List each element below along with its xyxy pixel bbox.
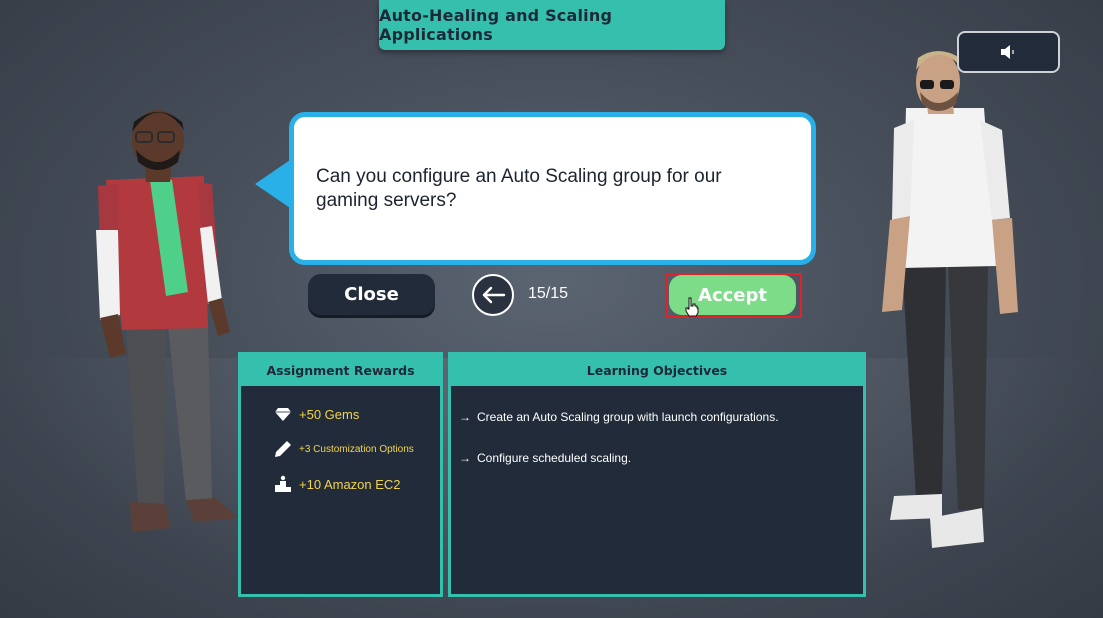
speech-bubble-tail	[255, 158, 293, 210]
assignment-title: Auto-Healing and Scaling Applications	[379, 6, 613, 44]
hand-cursor-icon	[685, 297, 699, 317]
objective-item: → Configure scheduled scaling.	[459, 451, 631, 465]
rewards-header: Assignment Rewards	[241, 355, 440, 386]
speaker-icon	[1000, 45, 1014, 59]
objective-item: → Create an Auto Scaling group with laun…	[459, 410, 779, 424]
dialog-text: Can you configure an Auto Scaling group …	[316, 166, 722, 211]
reward-customization: +3 Customization Options	[273, 439, 414, 459]
page-counter: 15/15	[528, 285, 569, 302]
objective-text: Create an Auto Scaling group with launch…	[477, 410, 779, 424]
speech-bubble: Can you configure an Auto Scaling group …	[289, 112, 816, 265]
learning-objectives-panel: Learning Objectives → Create an Auto Sca…	[448, 352, 866, 597]
reward-gems: +50 Gems	[273, 404, 359, 424]
reward-ec2: +10 Amazon EC2	[273, 474, 401, 494]
left-character	[96, 110, 238, 532]
objective-text: Configure scheduled scaling.	[477, 451, 632, 465]
objectives-header: Learning Objectives	[451, 355, 863, 386]
arrow-right-icon: →	[459, 410, 471, 424]
podium-icon	[273, 474, 293, 494]
assignment-rewards-panel: Assignment Rewards +50 Gems +3 Customiza…	[238, 352, 443, 597]
arrow-left-icon	[482, 286, 506, 304]
right-character	[882, 51, 1018, 548]
back-button[interactable]	[472, 274, 514, 316]
reward-label: +3 Customization Options	[299, 443, 414, 455]
reward-label: +50 Gems	[299, 406, 360, 422]
gem-icon	[273, 404, 293, 424]
close-button[interactable]: Close	[308, 274, 435, 315]
assignment-title-banner: Auto-Healing and Scaling Applications	[379, 0, 725, 50]
reward-label: +10 Amazon EC2	[299, 476, 401, 492]
sound-toggle-button[interactable]	[957, 31, 1060, 73]
pencil-icon	[273, 439, 293, 459]
arrow-right-icon: →	[459, 451, 471, 465]
